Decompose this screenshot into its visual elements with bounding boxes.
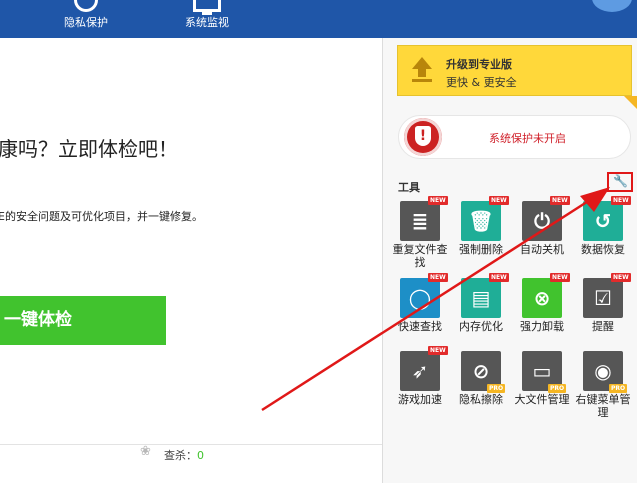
new-badge: NEW <box>550 196 570 205</box>
power-icon: ⏻ <box>534 209 550 233</box>
tool-uninstall[interactable]: ⊗ NEW 强力卸载 <box>517 273 575 350</box>
new-badge: NEW <box>428 273 448 282</box>
pro-badge: PRO <box>487 384 506 393</box>
tool-label: 隐私擦除 <box>459 393 503 406</box>
reminder-icon: ☑ <box>594 286 612 310</box>
tool-mouse[interactable]: ◉ PRO 右键菜单管理 <box>576 351 636 423</box>
system-protection-status[interactable]: ! 系统保护未开启 <box>398 115 631 159</box>
uninstall-icon: ⊗ <box>533 286 551 310</box>
memory-icon: ▤ <box>471 286 491 310</box>
footer-stat: 查杀：0 <box>164 447 204 463</box>
corner-ribbon <box>624 96 637 110</box>
pro-badge: PRO <box>548 384 567 393</box>
warning-shield-icon: ! <box>404 118 442 156</box>
duplicate-file-icon: ≣ <box>411 209 429 233</box>
tool-label: 自动关机 <box>520 243 564 256</box>
new-badge: NEW <box>611 196 631 205</box>
new-badge: NEW <box>428 346 448 355</box>
pro-badge: PRO <box>609 384 628 393</box>
tools-heading: 工具 <box>398 181 420 194</box>
avatar[interactable] <box>592 0 632 12</box>
page-description: E的安全问题及可优化项目，并一键修复。 <box>0 210 203 223</box>
trash-icon: 🗑 <box>468 209 494 233</box>
tool-large-file[interactable]: ▭ PRO 大文件管理 <box>515 351 575 423</box>
upgrade-subtitle: 更快 & 更安全 <box>446 76 517 89</box>
page-title: 康吗？立即体检吧！ <box>0 137 178 161</box>
nav-system-monitor[interactable]: 系统监视 <box>157 0 257 38</box>
upgrade-banner[interactable]: 升级到专业版 更快 & 更安全 <box>397 45 632 96</box>
tool-duplicate-file[interactable]: ≣ NEW 重复文件查找 <box>393 196 453 273</box>
shield-icon <box>74 0 98 12</box>
paw-icon: ❀ <box>140 444 151 459</box>
upgrade-title: 升级到专业版 <box>446 58 512 71</box>
nav-privacy-label: 隐私保护 <box>64 16 108 29</box>
tool-memory[interactable]: ▤ NEW 内存优化 <box>456 273 514 350</box>
tool-label: 数据恢复 <box>581 243 625 256</box>
tool-rocket[interactable]: ➶ NEW 游戏加速 <box>395 346 453 423</box>
wrench-icon: 🔧 <box>613 174 628 188</box>
tool-label: 右键菜单管理 <box>575 393 631 419</box>
tool-privacy-eraser[interactable]: ⊘ PRO 隐私擦除 <box>456 351 514 423</box>
divider <box>0 444 382 445</box>
tool-quick-search[interactable]: ◯ NEW 快速查找 <box>395 273 453 350</box>
upgrade-arrow-icon <box>412 57 432 83</box>
new-badge: NEW <box>489 273 509 282</box>
tool-label: 强制删除 <box>459 243 503 256</box>
quick-search-icon: ◯ <box>408 286 432 310</box>
top-nav-bar: 隐私保护 系统监视 <box>0 0 637 38</box>
nav-monitor-label: 系统监视 <box>185 16 229 29</box>
protection-status-text: 系统保护未开启 <box>489 132 566 145</box>
tools-settings-button[interactable]: 🔧 <box>607 172 633 192</box>
tool-label: 内存优化 <box>459 320 503 333</box>
tool-power[interactable]: ⏻ NEW 自动关机 <box>517 196 575 273</box>
footer-stat-label: 查杀： <box>164 449 197 462</box>
data-recovery-icon: ↺ <box>594 209 612 233</box>
tool-label: 游戏加速 <box>398 393 442 406</box>
nav-privacy-protection[interactable]: 隐私保护 <box>36 0 136 38</box>
tool-trash[interactable]: 🗑 NEW 强制删除 <box>456 196 514 273</box>
new-badge: NEW <box>611 273 631 282</box>
new-badge: NEW <box>489 196 509 205</box>
tool-label: 大文件管理 <box>514 393 570 406</box>
tool-reminder[interactable]: ☑ NEW 提醒 <box>578 273 636 350</box>
one-click-checkup-button[interactable]: 一键体检 <box>0 296 166 345</box>
tool-label: 快速查找 <box>398 320 442 333</box>
tool-data-recovery[interactable]: ↺ NEW 数据恢复 <box>578 196 636 273</box>
tool-label: 重复文件查找 <box>392 243 448 269</box>
monitor-icon <box>193 0 221 15</box>
warning-mark: ! <box>419 128 427 144</box>
tool-label: 提醒 <box>592 320 614 333</box>
new-badge: NEW <box>550 273 570 282</box>
new-badge: NEW <box>428 196 448 205</box>
tool-label: 强力卸载 <box>520 320 564 333</box>
rocket-icon: ➶ <box>411 359 429 383</box>
footer-stat-value: 0 <box>197 449 204 462</box>
